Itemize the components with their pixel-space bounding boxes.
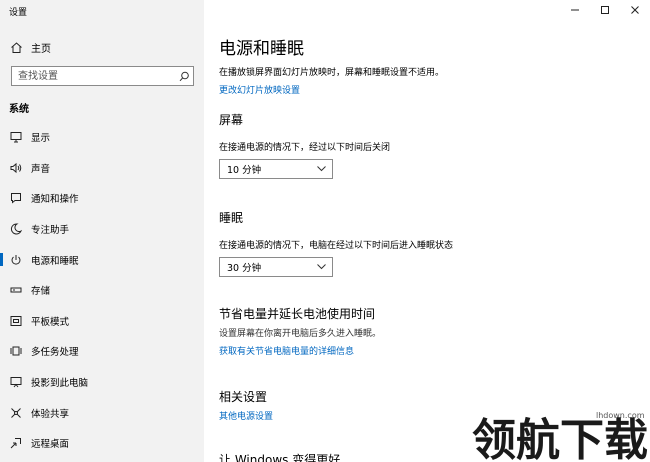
search-icon[interactable] <box>175 67 193 85</box>
remote-desktop-icon <box>9 436 23 450</box>
project-icon <box>9 375 23 389</box>
battery-heading: 节省电量并延长电池使用时间 <box>219 307 376 321</box>
notification-icon <box>9 191 23 205</box>
sidebar-nav: 显示 声音 通知和操作 专注助手 电源和睡眠 存储 平板模式 多任务处理 投影到… <box>0 122 204 459</box>
related-heading: 相关设置 <box>219 390 268 404</box>
slideshow-note: 在播放锁屏界面幻灯片放映时，屏幕和睡眠设置不适用。 <box>219 68 445 78</box>
home-label: 主页 <box>31 43 51 55</box>
storage-icon <box>9 283 23 297</box>
sidebar-item-label: 声音 <box>31 163 51 175</box>
share-icon <box>9 406 23 420</box>
battery-desc: 设置屏幕在你离开电脑后多久进入睡眠。 <box>219 329 382 339</box>
home-nav[interactable]: 主页 <box>9 39 51 55</box>
feedback-heading: 让 Windows 变得更好 <box>219 453 341 462</box>
watermark-logo: 领航下载 <box>472 415 648 462</box>
sidebar-item-label: 存储 <box>31 286 51 298</box>
sidebar-item-label: 远程桌面 <box>31 439 70 451</box>
sleep-label: 在接通电源的情况下，电脑在经过以下时间后进入睡眠状态 <box>219 241 454 251</box>
additional-power-settings-link[interactable]: 其他电源设置 <box>219 409 273 422</box>
sidebar-item-label: 电源和睡眠 <box>31 255 79 267</box>
sidebar-item-focus-assist[interactable]: 专注助手 <box>0 214 204 245</box>
close-button[interactable] <box>620 0 650 20</box>
sleep-timeout-value: 30 分钟 <box>227 263 262 274</box>
window-controls <box>560 0 650 20</box>
sleep-timeout-dropdown[interactable]: 30 分钟 <box>219 257 333 277</box>
chevron-down-icon <box>317 264 326 270</box>
section-label: 系统 <box>9 104 29 115</box>
window-title: 设置 <box>9 8 28 18</box>
battery-info-link[interactable]: 获取有关节省电脑电量的详细信息 <box>219 344 354 357</box>
power-icon <box>9 253 23 267</box>
sidebar-item-display[interactable]: 显示 <box>0 122 204 153</box>
minimize-button[interactable] <box>560 0 590 20</box>
search-input[interactable] <box>12 67 175 85</box>
sidebar-item-remote-desktop[interactable]: 远程桌面 <box>0 428 204 459</box>
slideshow-settings-link[interactable]: 更改幻灯片放映设置 <box>219 83 300 96</box>
screen-timeout-value: 10 分钟 <box>227 165 262 176</box>
multitask-icon <box>9 344 23 358</box>
monitor-icon <box>9 130 23 144</box>
tablet-icon <box>9 314 23 328</box>
sidebar-item-label: 多任务处理 <box>31 347 79 359</box>
speaker-icon <box>9 161 23 175</box>
sidebar: 设置 主页 系统 显示 声音 通知和操作 专注助手 <box>0 0 204 462</box>
screen-heading: 屏幕 <box>219 113 244 127</box>
sidebar-item-tablet-mode[interactable]: 平板模式 <box>0 306 204 337</box>
screen-timeout-dropdown[interactable]: 10 分钟 <box>219 159 333 179</box>
close-icon <box>631 6 639 14</box>
sidebar-item-multitasking[interactable]: 多任务处理 <box>0 336 204 367</box>
sidebar-item-label: 平板模式 <box>31 316 70 328</box>
sidebar-item-label: 投影到此电脑 <box>31 378 89 390</box>
chevron-down-icon <box>317 166 326 172</box>
home-icon <box>9 40 23 54</box>
content-pane: 电源和睡眠 在播放锁屏界面幻灯片放映时，屏幕和睡眠设置不适用。 更改幻灯片放映设… <box>204 0 650 462</box>
maximize-icon <box>601 6 609 14</box>
maximize-button[interactable] <box>590 0 620 20</box>
sidebar-item-shared-experiences[interactable]: 体验共享 <box>0 397 204 428</box>
sidebar-item-notifications[interactable]: 通知和操作 <box>0 183 204 214</box>
sidebar-item-storage[interactable]: 存储 <box>0 275 204 306</box>
sidebar-item-label: 显示 <box>31 133 51 145</box>
minimize-icon <box>571 9 579 11</box>
search-box[interactable] <box>11 66 194 86</box>
sidebar-item-label: 专注助手 <box>31 225 70 237</box>
sidebar-item-label: 体验共享 <box>31 408 70 420</box>
sidebar-item-sound[interactable]: 声音 <box>0 153 204 184</box>
page-title: 电源和睡眠 <box>219 39 304 59</box>
sidebar-item-project-to-pc[interactable]: 投影到此电脑 <box>0 367 204 398</box>
sidebar-item-power-sleep[interactable]: 电源和睡眠 <box>0 244 204 275</box>
sidebar-item-label: 通知和操作 <box>31 194 79 206</box>
svg-text:领航下载: 领航下载 <box>472 415 648 462</box>
sleep-heading: 睡眠 <box>219 211 244 225</box>
moon-icon <box>9 222 23 236</box>
screen-label: 在接通电源的情况下，经过以下时间后关闭 <box>219 143 391 153</box>
